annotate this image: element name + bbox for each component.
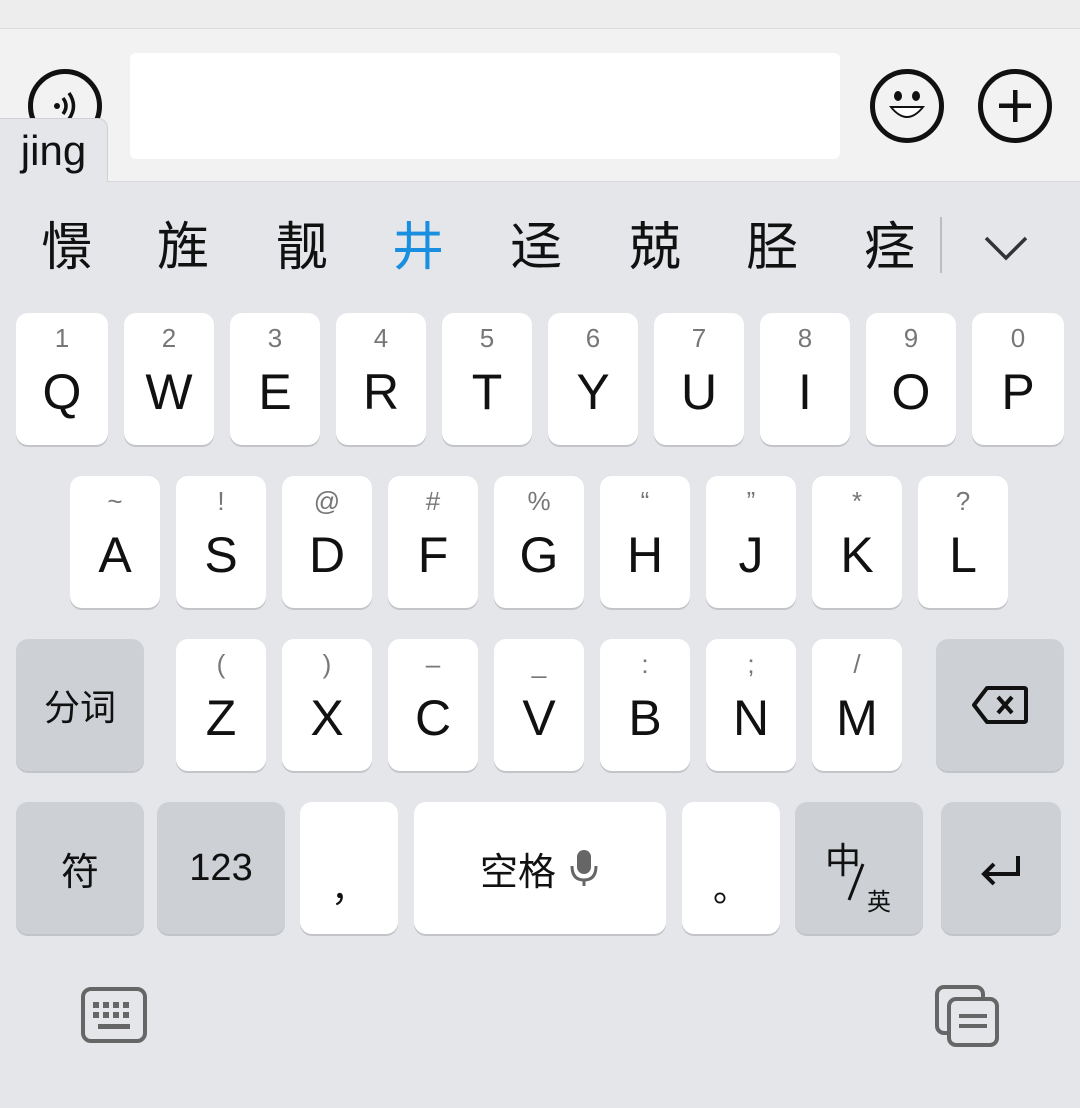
space-label: 空格: [479, 849, 556, 894]
clipboard-icon[interactable]: [934, 984, 1000, 1052]
lang-en-label: 英: [867, 888, 891, 916]
space-key[interactable]: 空格: [414, 802, 666, 934]
key-n[interactable]: ; N: [706, 639, 796, 771]
key-v[interactable]: _ V: [494, 639, 584, 771]
language-switch-key[interactable]: 中 英: [795, 802, 923, 934]
smiley-icon[interactable]: [870, 69, 944, 143]
period-key[interactable]: 。: [682, 802, 780, 934]
candidate-bar: 憬 旌 靓 井 迳 兢 胫 痉: [0, 183, 1080, 311]
enter-icon: [941, 802, 1061, 934]
candidate-item[interactable]: 迳: [477, 213, 595, 283]
comma-key[interactable]: ，: [300, 802, 398, 934]
keyboard-icon[interactable]: [80, 986, 148, 1048]
key-l[interactable]: ? L: [918, 476, 1008, 608]
key-j[interactable]: ” J: [706, 476, 796, 608]
key-x[interactable]: ) X: [282, 639, 372, 771]
key-k[interactable]: * K: [812, 476, 902, 608]
key-z[interactable]: (Z: [176, 639, 266, 771]
key-t[interactable]: 5T: [442, 313, 532, 445]
candidate-item[interactable]: 旌: [124, 213, 242, 283]
key-b[interactable]: :B: [600, 639, 690, 771]
key-e[interactable]: 3E: [230, 313, 320, 445]
segment-key[interactable]: 分词: [16, 639, 144, 771]
pinyin-composition: jing: [0, 118, 108, 182]
symbols-key[interactable]: 符: [16, 802, 144, 934]
key-q[interactable]: 1Q: [16, 313, 108, 445]
backspace-key[interactable]: [936, 639, 1064, 771]
key-p[interactable]: 0P: [972, 313, 1064, 445]
candidate-item[interactable]: 胫: [713, 213, 831, 283]
chat-input-bar: [0, 29, 1080, 182]
candidate-divider: [940, 217, 942, 273]
numbers-key[interactable]: 123: [157, 802, 285, 934]
message-input[interactable]: [130, 53, 840, 159]
key-c[interactable]: – C: [388, 639, 478, 771]
key-w[interactable]: 2W: [124, 313, 214, 445]
chevron-down-icon[interactable]: [970, 213, 1042, 283]
slash-icon: [847, 863, 865, 901]
key-u[interactable]: 7U: [654, 313, 744, 445]
candidate-item[interactable]: 兢: [596, 213, 714, 283]
microphone-icon: [568, 848, 600, 888]
candidate-item[interactable]: 靓: [243, 213, 361, 283]
status-strip: [0, 0, 1080, 29]
key-m[interactable]: / M: [812, 639, 902, 771]
candidate-item[interactable]: 憬: [8, 213, 126, 283]
enter-key[interactable]: [941, 802, 1061, 934]
key-r[interactable]: 4R: [336, 313, 426, 445]
key-g[interactable]: % G: [494, 476, 584, 608]
key-y[interactable]: 6Y: [548, 313, 638, 445]
key-f[interactable]: # F: [388, 476, 478, 608]
key-i[interactable]: 8I: [760, 313, 850, 445]
key-d[interactable]: @ D: [282, 476, 372, 608]
candidate-item-selected[interactable]: 井: [359, 213, 477, 283]
candidate-item[interactable]: 痉: [831, 213, 949, 283]
backspace-icon: [936, 639, 1064, 771]
key-s[interactable]: ! S: [176, 476, 266, 608]
key-h[interactable]: “H: [600, 476, 690, 608]
key-a[interactable]: ~ A: [70, 476, 160, 608]
key-o[interactable]: 9O: [866, 313, 956, 445]
plus-icon[interactable]: [978, 69, 1052, 143]
